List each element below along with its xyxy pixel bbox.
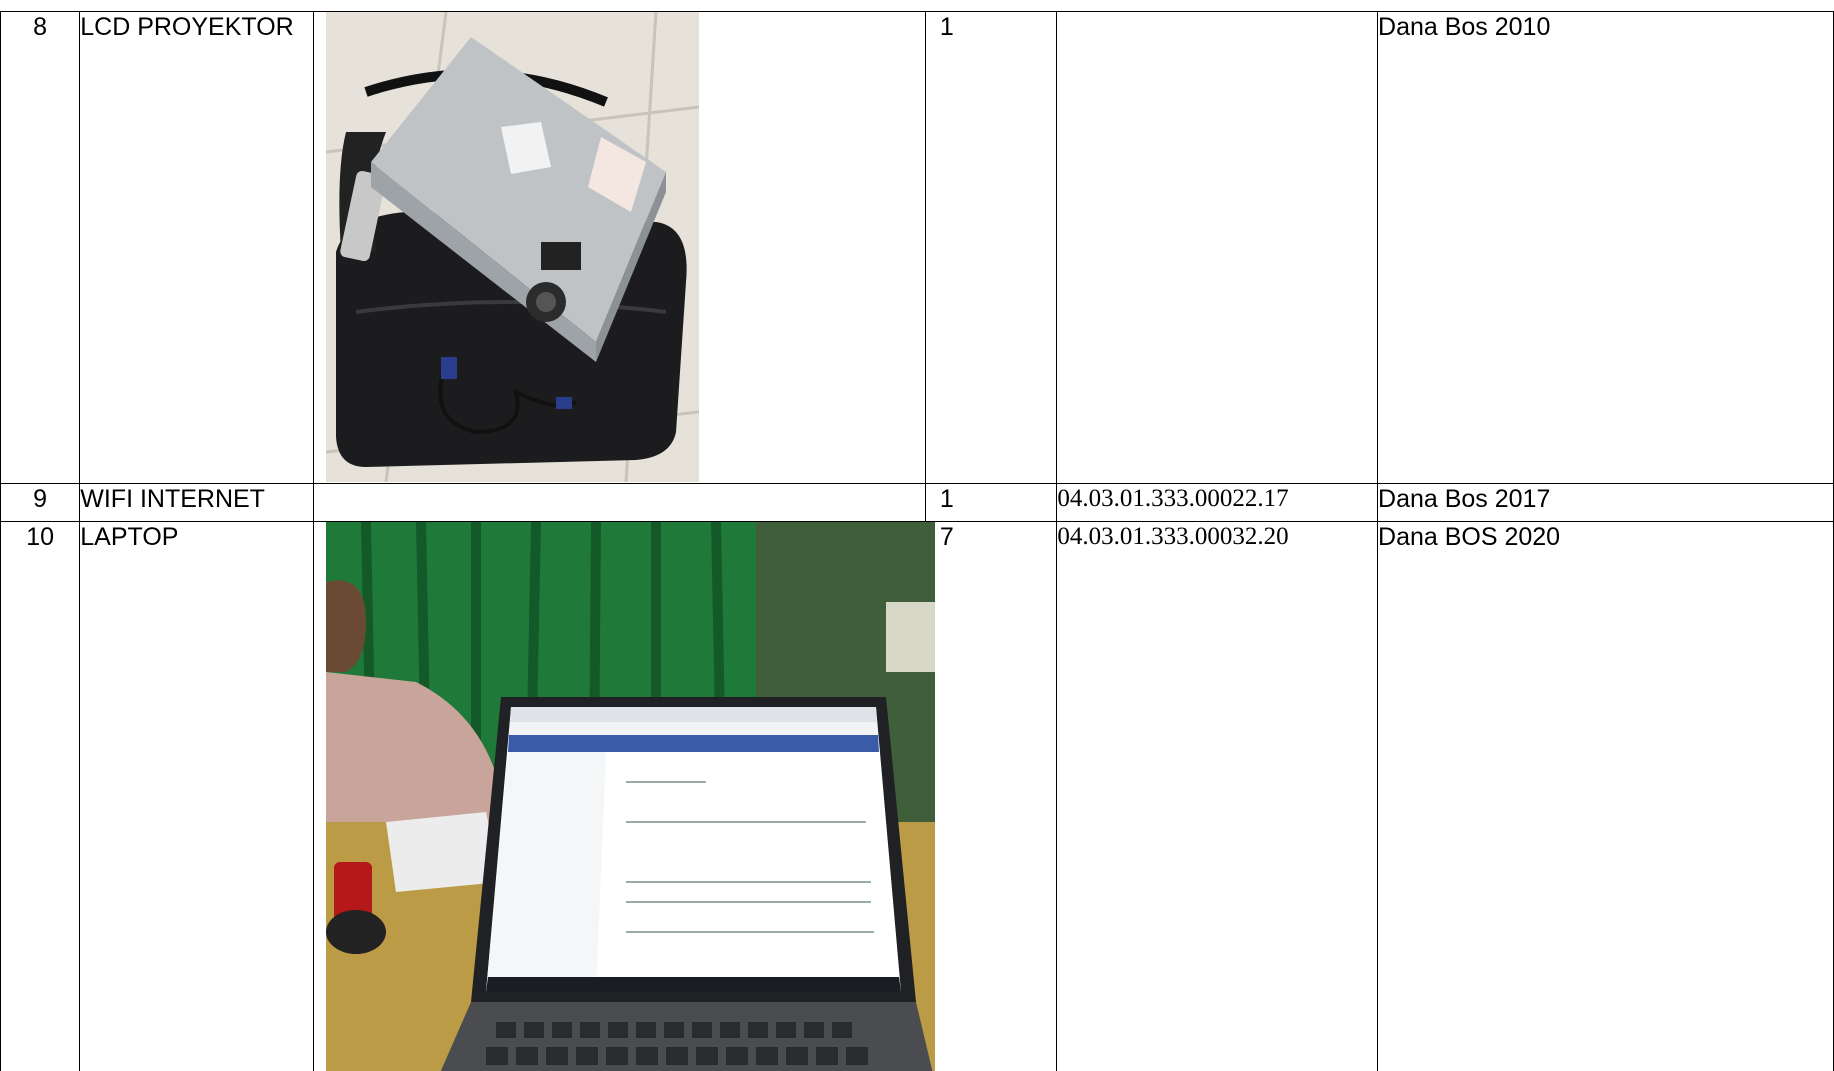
item-name: LCD PROYEKTOR — [79, 11, 314, 484]
table-row: 9 WIFI INTERNET 1 04.03.01.333.00022.17 … — [0, 483, 1834, 522]
item-quantity: 1 — [924, 483, 1058, 522]
item-code: 04.03.01.333.00022.17 — [1056, 483, 1379, 522]
photo-cell — [312, 483, 926, 522]
document-page: 8 LCD PROYEKTOR 1 Dana Bos 2010 9 WIFI I… — [0, 0, 1834, 1071]
item-quantity: 1 — [924, 11, 1058, 484]
table-row: 8 LCD PROYEKTOR 1 Dana Bos 2010 — [0, 11, 1834, 484]
funding-source: Dana Bos 2017 — [1377, 483, 1834, 522]
row-number: 9 — [0, 483, 81, 522]
row-number: 8 — [0, 11, 81, 484]
item-name: LAPTOP — [79, 521, 314, 1071]
row-number: 10 — [0, 521, 81, 1071]
photo-cell — [312, 11, 926, 484]
item-code: 04.03.01.333.00032.20 — [1056, 521, 1379, 1071]
table-row: 10 LAPTOP 7 04.03.01.333.00032.20 Dana B… — [0, 521, 1834, 1071]
projector-photo — [325, 12, 699, 482]
photo-cell — [312, 521, 935, 1071]
inventory-table: 8 LCD PROYEKTOR 1 Dana Bos 2010 9 WIFI I… — [0, 11, 1834, 1071]
funding-source: Dana Bos 2010 — [1377, 11, 1834, 484]
item-quantity: 7 — [924, 521, 1058, 1071]
laptop-photo — [325, 522, 935, 1071]
funding-source: Dana BOS 2020 — [1377, 521, 1834, 1071]
item-name: WIFI INTERNET — [79, 483, 314, 522]
item-code — [1056, 11, 1379, 484]
